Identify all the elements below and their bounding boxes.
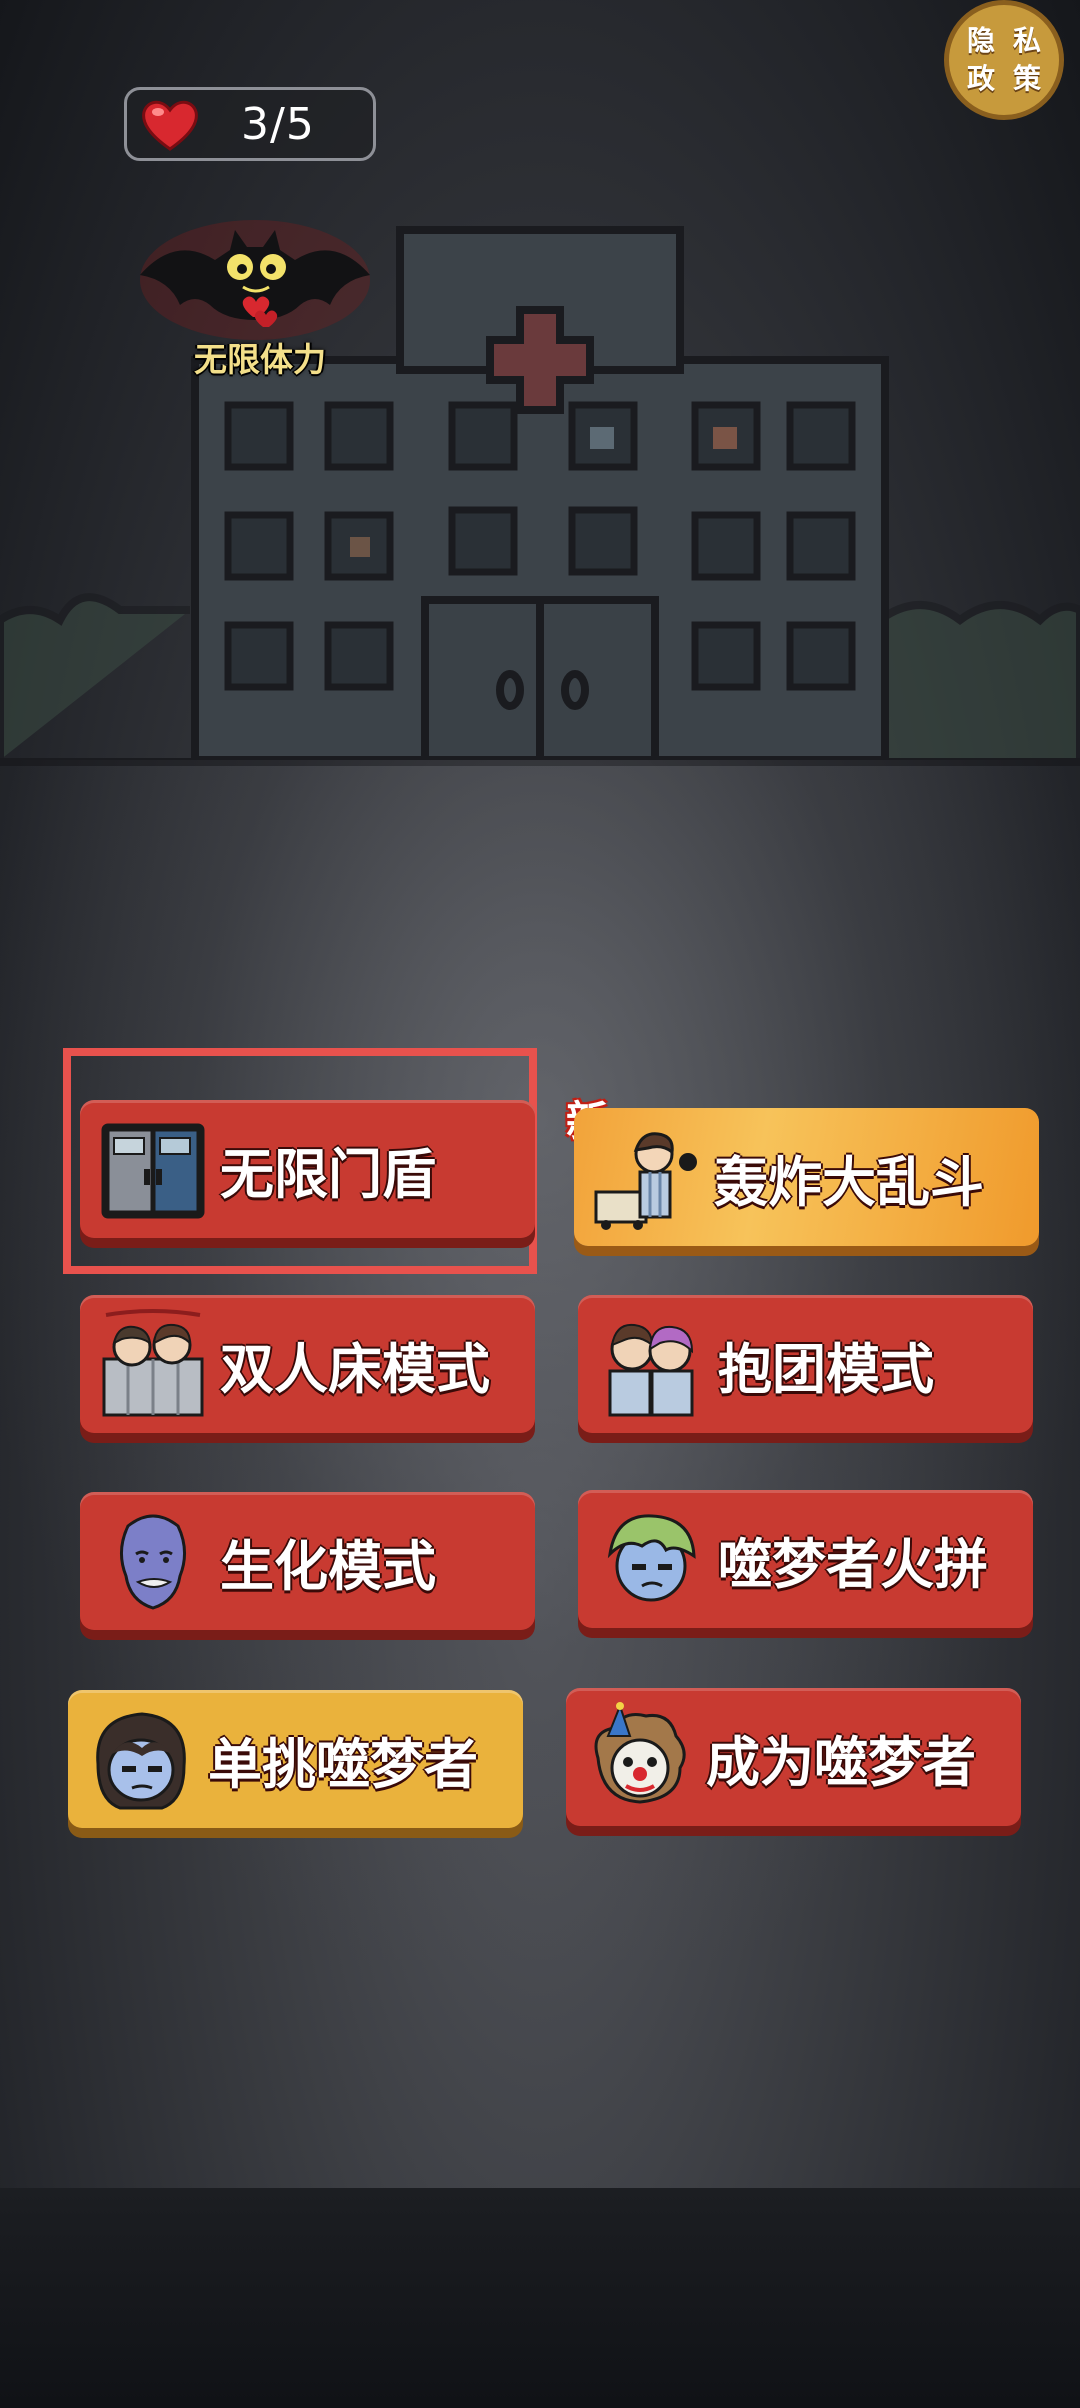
heart-icon xyxy=(142,100,198,151)
mode-label: 单挑噬梦者 xyxy=(208,1732,478,1796)
mode-button-dream-eater-fight[interactable]: 噬梦者火拼 xyxy=(578,1490,1033,1628)
mode-label: 无限门盾 xyxy=(220,1142,436,1206)
mode-label: 生化模式 xyxy=(220,1534,436,1598)
mode-label: 噬梦者火拼 xyxy=(718,1532,988,1596)
green-hair-face-icon xyxy=(607,1514,696,1602)
stamina-counter: 3/5 xyxy=(124,87,376,161)
stamina-count: 3/5 xyxy=(241,98,315,150)
mode-label: 双人床模式 xyxy=(220,1337,490,1401)
privacy-char: 私 xyxy=(1012,24,1041,57)
bottom-shadow xyxy=(0,2188,1080,2408)
clown-face-icon xyxy=(594,1702,686,1804)
mode-button-biochem[interactable]: 生化模式 xyxy=(80,1492,535,1630)
double-bed-icon xyxy=(102,1309,204,1417)
privacy-policy-button[interactable]: 隐 私 政 策 xyxy=(944,0,1064,120)
door-icon xyxy=(101,1123,205,1219)
unlimited-stamina-label: 无限体力 xyxy=(194,340,326,379)
privacy-char: 策 xyxy=(1012,62,1041,95)
dark-hair-face-icon xyxy=(96,1712,186,1810)
bomb-patients-icon xyxy=(594,1132,697,1230)
mode-button-double-bed[interactable]: 双人床模式 xyxy=(80,1295,535,1433)
mode-button-become-dream-eater[interactable]: 成为噬梦者 xyxy=(566,1688,1021,1826)
group-hug-icon xyxy=(608,1323,694,1417)
mode-button-bomb-brawl[interactable]: 轰炸大乱斗 xyxy=(574,1108,1039,1246)
mode-label: 抱团模式 xyxy=(718,1337,934,1401)
mode-button-group-hug[interactable]: 抱团模式 xyxy=(578,1295,1033,1433)
mode-label: 成为噬梦者 xyxy=(706,1730,976,1794)
privacy-char: 政 xyxy=(966,62,995,95)
mode-label: 轰炸大乱斗 xyxy=(714,1150,984,1214)
privacy-char: 隐 xyxy=(966,24,995,57)
zombie-face-icon xyxy=(120,1514,186,1610)
mode-button-infinite-door[interactable]: 无限门盾 xyxy=(80,1100,535,1238)
mode-button-solo-dream-eater[interactable]: 单挑噬梦者 xyxy=(68,1690,523,1828)
